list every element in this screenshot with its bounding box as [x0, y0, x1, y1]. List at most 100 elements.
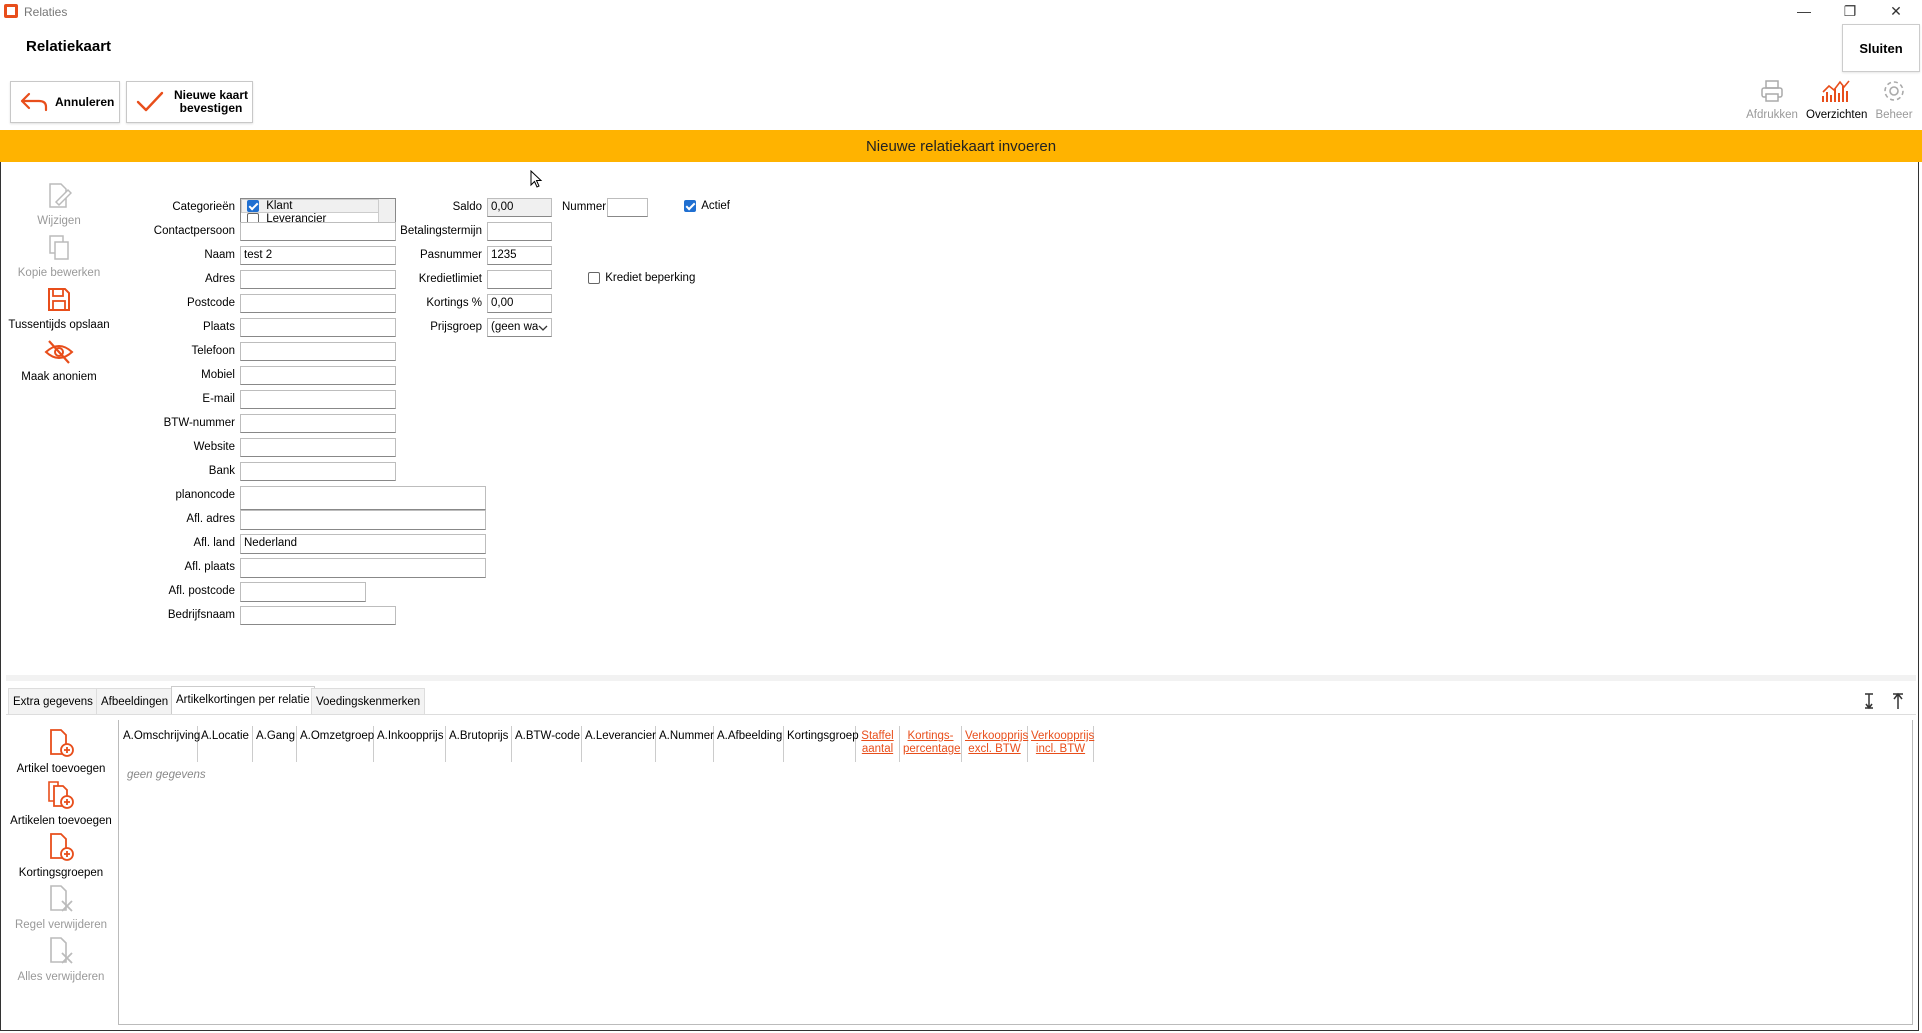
edit-button[interactable]: Wijzigen: [4, 182, 114, 227]
manage-label: Beheer: [1875, 109, 1913, 121]
section-divider: [6, 675, 1916, 681]
planon-field[interactable]: [240, 486, 486, 510]
collapse-up-icon[interactable]: [1891, 692, 1905, 710]
discount-groups-button[interactable]: Kortingsgroepen: [6, 832, 116, 879]
copy-edit-label: Kopie bewerken: [17, 267, 101, 279]
manage-button[interactable]: Beheer: [1864, 78, 1922, 121]
window-close-button[interactable]: ✕: [1873, 0, 1919, 22]
copy-edit-button[interactable]: Kopie bewerken: [4, 234, 114, 279]
expand-down-icon[interactable]: [1862, 692, 1876, 710]
category-klant-checkbox[interactable]: [247, 200, 259, 212]
column-header[interactable]: A.Inkoopprijs: [374, 726, 446, 762]
restore-button[interactable]: ❐: [1827, 0, 1873, 22]
empty-grid-message: geen gegevens: [127, 769, 206, 781]
category-klant[interactable]: Klant: [247, 200, 292, 212]
column-header[interactable]: A.Gang: [253, 726, 297, 762]
edit-label: Wijzigen: [37, 215, 81, 227]
banner-text: Nieuwe relatiekaart invoeren: [865, 137, 1057, 155]
window-title: Relaties: [24, 5, 68, 19]
cancel-button[interactable]: Annuleren: [10, 81, 120, 123]
company-field[interactable]: [240, 606, 396, 625]
postcode-label: Postcode: [187, 297, 235, 309]
active-checkbox[interactable]: [684, 200, 696, 212]
delivery-address-field[interactable]: [240, 510, 486, 530]
column-header[interactable]: A.Leverancier: [582, 726, 656, 762]
planon-label: planoncode: [175, 489, 235, 501]
credit-restriction-group[interactable]: Krediet beperking: [588, 272, 695, 284]
delete-row-button[interactable]: Regel verwijderen: [6, 884, 116, 931]
column-header[interactable]: A.Brutoprijs: [446, 726, 512, 762]
column-header[interactable]: A.Afbeelding: [714, 726, 784, 762]
delete-all-label: Alles verwijderen: [17, 971, 105, 983]
print-button[interactable]: Afdrukken: [1742, 78, 1802, 121]
add-article-button[interactable]: Artikel toevoegen: [6, 728, 116, 775]
column-header[interactable]: Verkoopprijs incl. BTW: [1028, 726, 1094, 762]
column-header[interactable]: Kortingsgroep: [784, 726, 859, 762]
discount-label: Kortings %: [426, 297, 482, 309]
column-header[interactable]: A.Locatie: [198, 726, 253, 762]
column-header[interactable]: Verkoopprijs excl. BTW: [962, 726, 1028, 762]
number-field[interactable]: [607, 198, 648, 217]
tab-images[interactable]: Afbeeldingen: [96, 688, 174, 714]
email-field[interactable]: [240, 390, 396, 409]
delivery-country-field[interactable]: Nederland: [240, 534, 486, 554]
delivery-postcode-field[interactable]: [240, 582, 366, 602]
vat-label: BTW-nummer: [163, 417, 235, 429]
column-header[interactable]: Staffel aantal: [856, 726, 900, 762]
add-articles-button[interactable]: Artikelen toevoegen: [6, 780, 116, 827]
name-label: Naam: [204, 249, 235, 261]
save-interim-button[interactable]: Tussentijds opslaan: [4, 286, 114, 331]
chart-icon: [1822, 80, 1850, 102]
phone-field[interactable]: [240, 342, 396, 361]
confirm-button-label: Nieuwe kaart bevestigen: [173, 88, 249, 115]
price-group-value: (geen wa: [491, 321, 539, 333]
balance-field: 0,00: [487, 198, 552, 217]
checkmark-icon: [136, 91, 164, 112]
tab-extra-data[interactable]: Extra gegevens: [8, 688, 98, 714]
anonymize-button[interactable]: Maak anoniem: [4, 338, 114, 383]
tab-nutrition[interactable]: Voedingskenmerken: [311, 688, 426, 714]
page-title: Relatiekaart: [26, 38, 112, 55]
contact-label: Contactpersoon: [153, 225, 235, 237]
delete-all-button[interactable]: Alles verwijderen: [6, 936, 116, 983]
bank-label: Bank: [208, 465, 235, 477]
delivery-city-field[interactable]: [240, 558, 486, 578]
number-label: Nummer: [562, 201, 607, 213]
print-label: Afdrukken: [1746, 109, 1798, 121]
add-article-label: Artikel toevoegen: [16, 763, 106, 775]
floppy-save-icon: [48, 288, 70, 311]
delivery-city-label: Afl. plaats: [184, 561, 236, 573]
delivery-country-label: Afl. land: [193, 537, 235, 549]
credit-restriction-checkbox[interactable]: [588, 272, 600, 284]
mobile-label: Mobiel: [201, 369, 235, 381]
anonymize-label: Maak anoniem: [21, 371, 97, 383]
credit-limit-field[interactable]: [487, 270, 552, 289]
website-field[interactable]: [240, 438, 396, 457]
vat-field[interactable]: [240, 414, 396, 433]
bank-field[interactable]: [240, 462, 396, 481]
delete-row-label: Regel verwijderen: [14, 919, 108, 931]
column-header[interactable]: A.Nummer: [656, 726, 714, 762]
minimize-button[interactable]: —: [1781, 0, 1827, 22]
close-button[interactable]: Sluiten: [1842, 24, 1920, 72]
confirm-new-card-button[interactable]: Nieuwe kaart bevestigen: [126, 81, 253, 123]
overviews-button[interactable]: Overzichten: [1806, 78, 1867, 121]
column-header[interactable]: A.Omzetgroep: [297, 726, 374, 762]
pass-number-field[interactable]: 1235: [487, 246, 552, 265]
active-checkbox-group[interactable]: Actief: [684, 200, 730, 212]
discount-field[interactable]: 0,00: [487, 294, 552, 313]
cancel-button-label: Annuleren: [55, 95, 115, 109]
delete-all-icon: [50, 937, 73, 964]
delivery-address-label: Afl. adres: [186, 513, 235, 525]
active-label: Actief: [701, 200, 730, 213]
mobile-field[interactable]: [240, 366, 396, 385]
column-header[interactable]: Kortings-percentage: [900, 726, 962, 762]
payment-term-field[interactable]: [487, 222, 552, 241]
add-group-icon: [50, 833, 74, 861]
tab-article-discounts[interactable]: Artikelkortingen per relatie: [171, 686, 315, 714]
delete-document-icon: [50, 885, 73, 912]
save-interim-label: Tussentijds opslaan: [8, 319, 110, 331]
column-header[interactable]: A.Omschrijving: [120, 726, 200, 762]
article-discount-grid[interactable]: [118, 720, 1913, 1025]
column-header[interactable]: A.BTW-code: [512, 726, 582, 762]
